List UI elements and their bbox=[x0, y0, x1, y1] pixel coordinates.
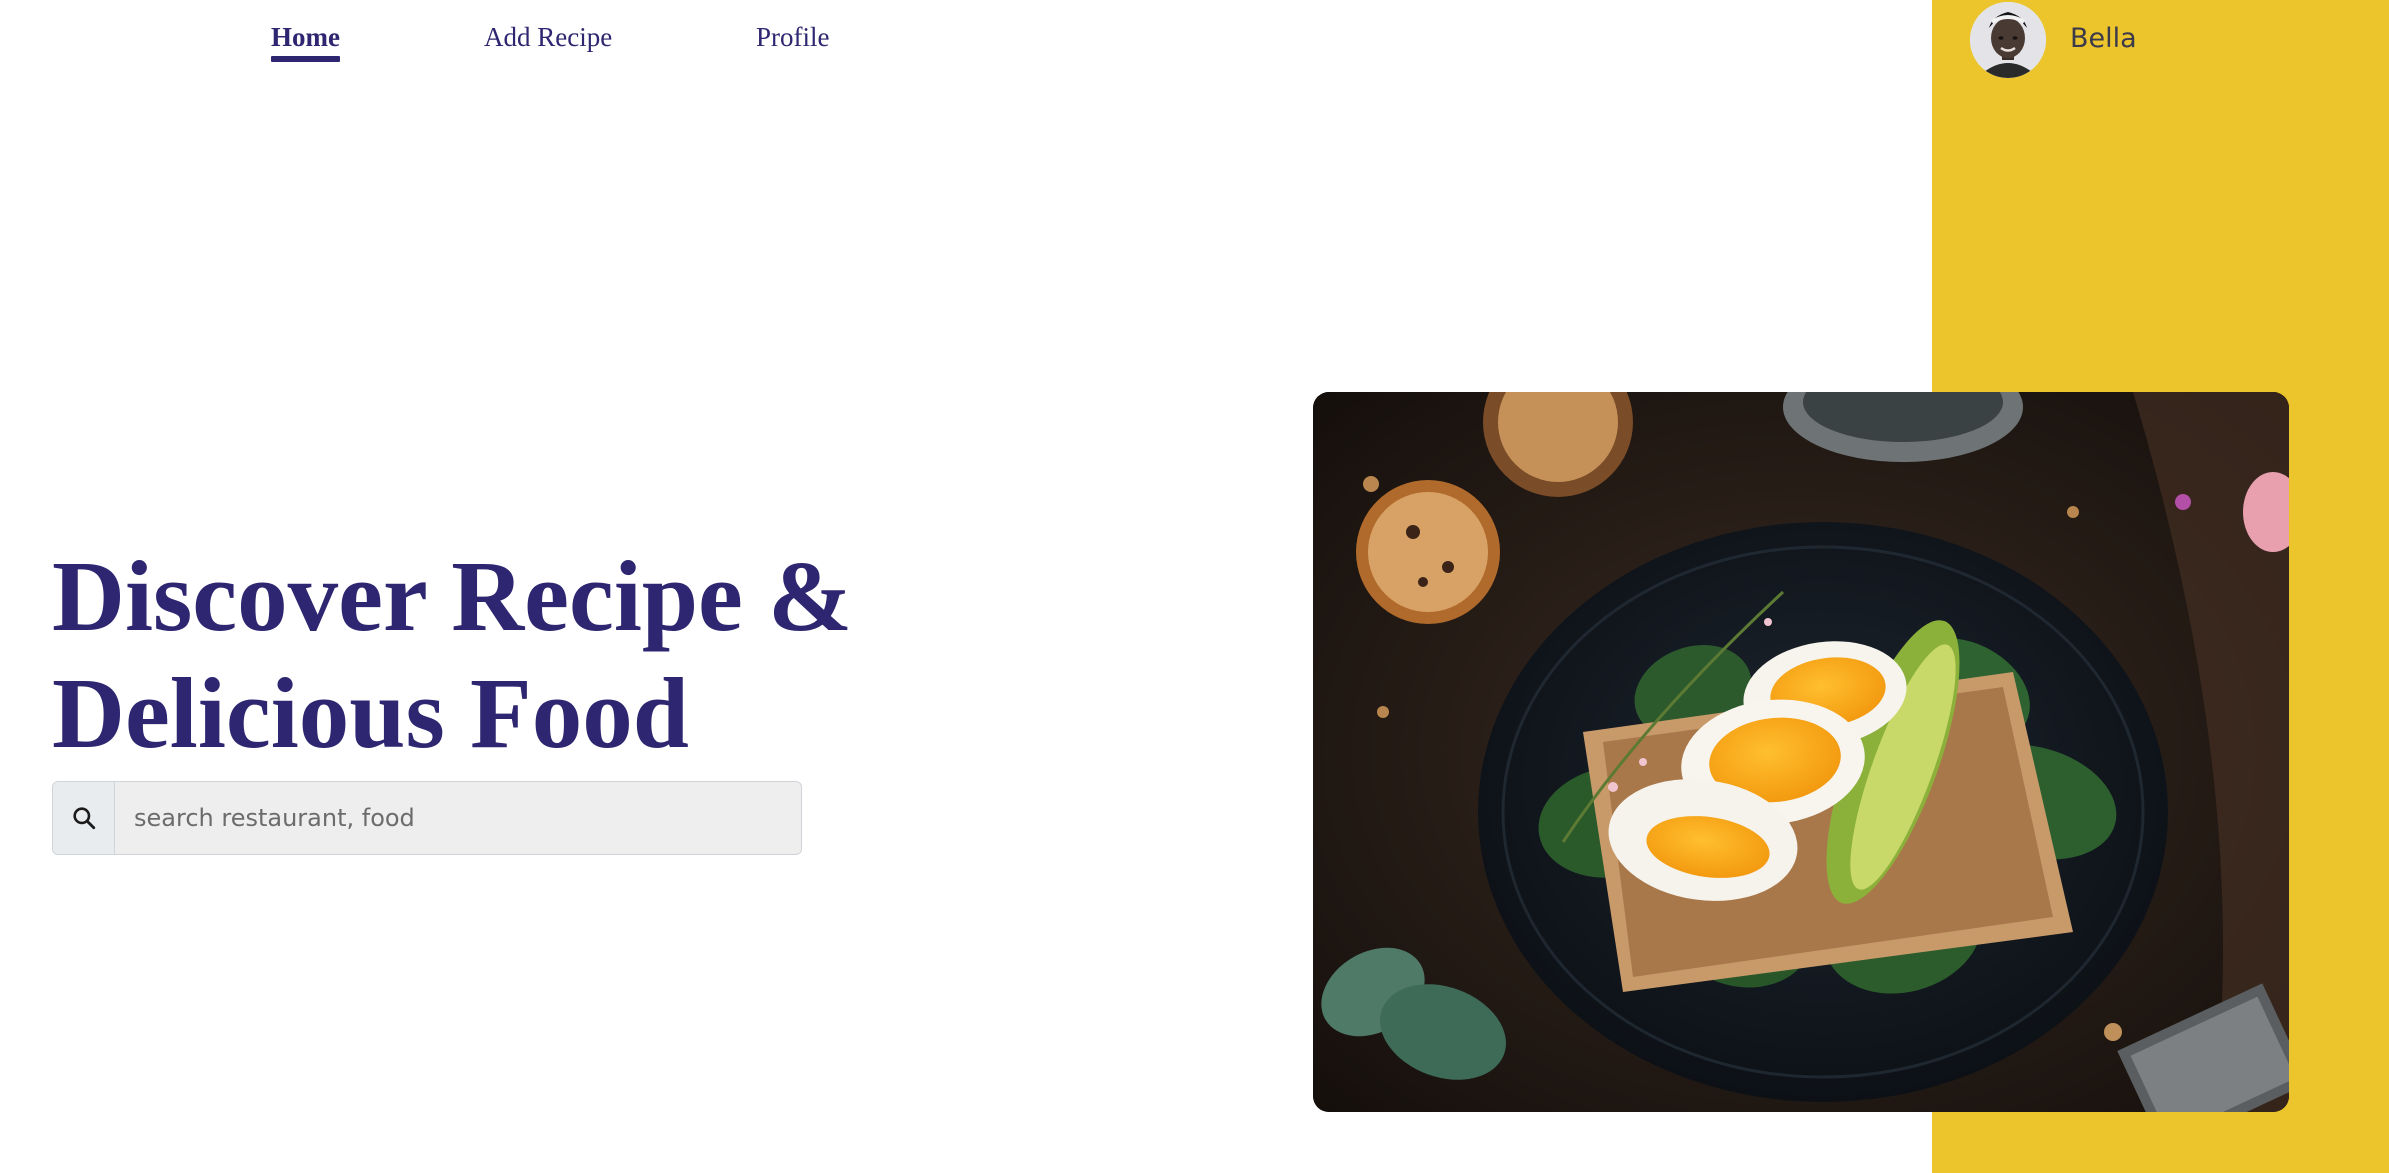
food-hero-image bbox=[1313, 392, 2289, 1112]
user-name: Bella bbox=[2070, 22, 2137, 54]
egg-avocado-toast-image bbox=[1313, 392, 2289, 1112]
avatar[interactable] bbox=[1970, 2, 2046, 78]
hero-title-line-2: Delicious Food bbox=[52, 657, 689, 769]
user-profile[interactable]: Bella bbox=[1970, 0, 2137, 80]
nav-add-recipe-link[interactable]: Add Recipe bbox=[484, 22, 612, 53]
nav-home-link[interactable]: Home bbox=[271, 22, 340, 62]
hero-title: Discover Recipe & Delicious Food bbox=[52, 538, 852, 772]
search-icon bbox=[72, 807, 95, 830]
nav-profile-link[interactable]: Profile bbox=[756, 22, 830, 53]
nav-active-underline bbox=[271, 56, 340, 62]
search-bar bbox=[52, 781, 802, 855]
search-input[interactable] bbox=[115, 782, 801, 854]
search-icon-button[interactable] bbox=[53, 782, 115, 854]
avatar-portrait-image bbox=[1970, 2, 2046, 78]
hero-title-line-1: Discover Recipe & bbox=[52, 540, 853, 652]
